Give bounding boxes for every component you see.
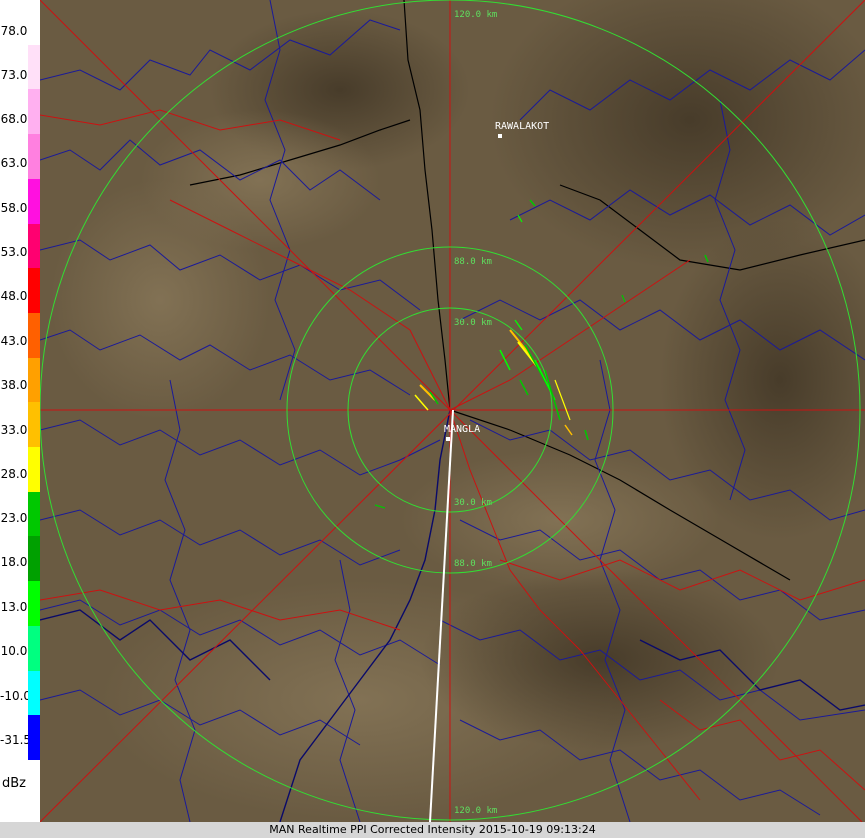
place-label-rawalakot: RAWALAKOT (495, 121, 550, 132)
legend-swatch (28, 44, 40, 90)
legend-label: 38.0 (0, 378, 28, 392)
map-canvas (40, 0, 865, 822)
legend-swatch (28, 625, 40, 672)
legend-swatch (28, 0, 40, 46)
legend-swatch (28, 536, 40, 582)
legend-label: 73.0 (0, 68, 28, 82)
ring-label-120km-bottom: 120.0 km (454, 806, 498, 816)
legend-label: 33.0 (0, 423, 28, 437)
legend-label: 63.0 (0, 156, 28, 170)
legend-swatch (28, 268, 40, 314)
ring-label-88km-top: 88.0 km (454, 257, 492, 267)
status-bar: MAN Realtime PPI Corrected Intensity 201… (0, 822, 865, 838)
legend-swatch (28, 178, 40, 225)
legend-label: -31.5 (0, 733, 32, 747)
legend-label: 18.0 (0, 555, 28, 569)
legend-label: 48.0 (0, 289, 28, 303)
legend-swatch (28, 447, 40, 493)
legend-swatch (28, 670, 40, 716)
legend-swatches (28, 0, 40, 761)
legend-label: 43.0 (0, 334, 28, 348)
legend-label: 58.0 (0, 201, 28, 215)
radar-ppi-map[interactable]: 120.0 km 88.0 km 30.0 km 30.0 km 88.0 km… (40, 0, 865, 822)
legend-label: 68.0 (0, 112, 28, 126)
legend-unit: dBz (2, 776, 26, 791)
ring-label-120km-top: 120.0 km (454, 10, 498, 20)
legend-labels: 78.0 73.0 68.0 63.0 58.0 53.0 48.0 43.0 … (0, 0, 32, 760)
legend-swatch (28, 715, 40, 761)
ring-label-30km-top: 30.0 km (454, 318, 492, 328)
legend-swatch (28, 134, 40, 180)
legend-swatch (28, 312, 40, 359)
ring-label-88km-bottom: 88.0 km (454, 559, 492, 569)
legend-swatch (28, 89, 40, 135)
legend-label: 28.0 (0, 467, 28, 481)
legend-label: 53.0 (0, 245, 28, 259)
legend-swatch (28, 223, 40, 269)
legend-label: -10.0 (0, 689, 32, 703)
place-marker-rawalakot (498, 134, 502, 138)
legend-label: 13.0 (0, 600, 28, 614)
legend-swatch (28, 491, 40, 537)
legend-label: 78.0 (0, 24, 28, 38)
dbz-color-legend: 78.0 73.0 68.0 63.0 58.0 53.0 48.0 43.0 … (0, 0, 40, 822)
legend-label: 10.0 (0, 644, 28, 658)
legend-label: 23.0 (0, 511, 28, 525)
legend-swatch (28, 402, 40, 448)
legend-swatch (28, 357, 40, 403)
place-label-mangla: MANGLA (444, 424, 481, 435)
ring-label-30km-bottom: 30.0 km (454, 498, 492, 508)
place-marker-mangla (446, 437, 450, 441)
legend-swatch (28, 581, 40, 627)
